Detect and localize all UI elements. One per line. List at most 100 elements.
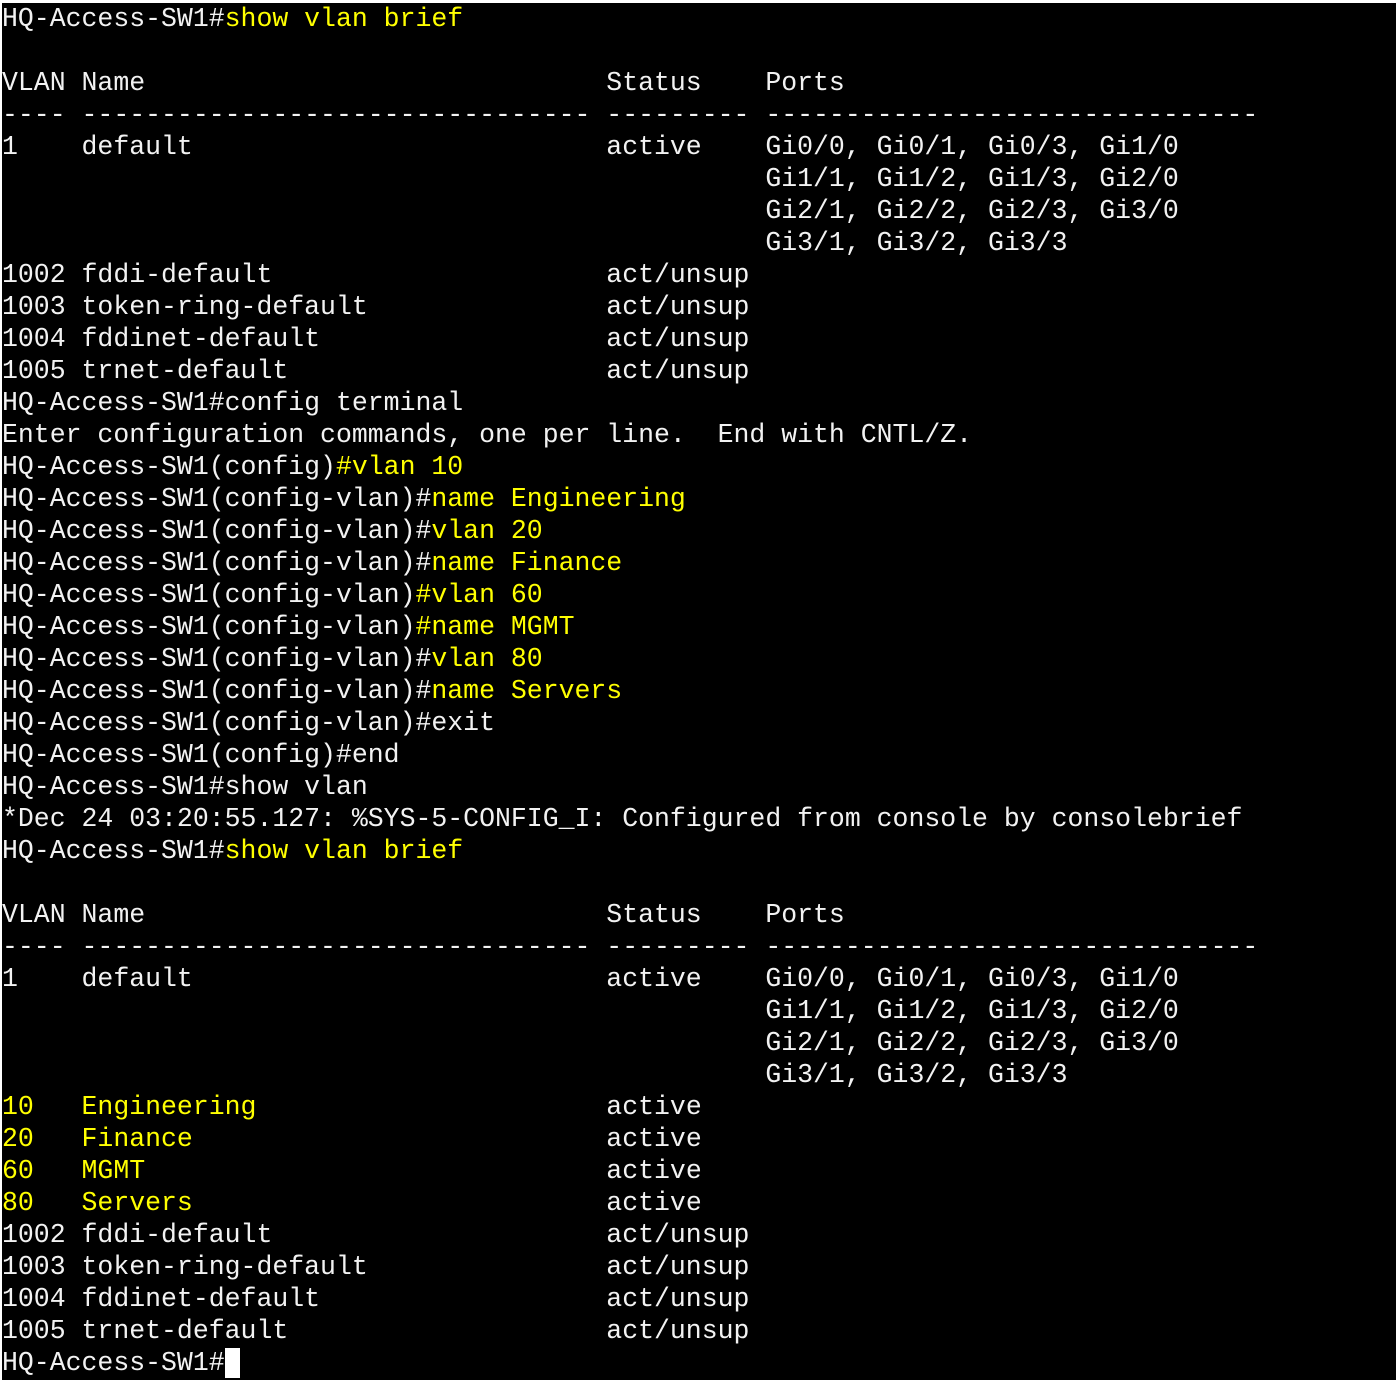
terminal-text: 1003 token-ring-default act/unsup: [2, 292, 750, 322]
terminal-line: 1 default active Gi0/0, Gi0/1, Gi0/3, Gi…: [2, 131, 1258, 163]
terminal-output: HQ-Access-SW1#show vlan brief VLAN Name S…: [2, 3, 1258, 1379]
terminal-text: 1 default active Gi0/0, Gi0/1, Gi0/3, Gi…: [2, 964, 1179, 994]
terminal-line: 1002 fddi-default act/unsup: [2, 259, 1258, 291]
terminal-text: 1003 token-ring-default act/unsup: [2, 1252, 750, 1282]
terminal-line: 1002 fddi-default act/unsup: [2, 1219, 1258, 1251]
terminal-line: HQ-Access-SW1(config-vlan)#exit: [2, 707, 1258, 739]
terminal-line: HQ-Access-SW1#: [2, 1347, 1258, 1379]
terminal-line: Gi2/1, Gi2/2, Gi2/3, Gi3/0: [2, 1027, 1258, 1059]
terminal-text: active: [256, 1092, 702, 1122]
terminal-text: HQ-Access-SW1#: [2, 1348, 225, 1378]
terminal-text: 1005 trnet-default act/unsup: [2, 1316, 750, 1346]
terminal-line: *Dec 24 03:20:55.127: %SYS-5-CONFIG_I: C…: [2, 803, 1258, 835]
terminal-text: HQ-Access-SW1(config)#end: [2, 740, 400, 770]
terminal-line: 1005 trnet-default act/unsup: [2, 355, 1258, 387]
highlighted-text: name Engineering: [431, 484, 686, 514]
terminal-line: 1003 token-ring-default act/unsup: [2, 1251, 1258, 1283]
terminal-text: 1005 trnet-default act/unsup: [2, 356, 750, 386]
terminal-line: Gi1/1, Gi1/2, Gi1/3, Gi2/0: [2, 163, 1258, 195]
terminal-text: HQ-Access-SW1#config terminal: [2, 388, 464, 418]
terminal-line: Gi3/1, Gi3/2, Gi3/3: [2, 1059, 1258, 1091]
highlighted-text: name Finance: [431, 548, 623, 578]
terminal-text: HQ-Access-SW1(config-vlan)#: [2, 644, 432, 674]
terminal-text: HQ-Access-SW1(config-vlan)#: [2, 676, 432, 706]
terminal-text: HQ-Access-SW1(config): [2, 452, 336, 482]
terminal-text: Gi1/1, Gi1/2, Gi1/3, Gi2/0: [2, 996, 1179, 1026]
terminal-text: Gi3/1, Gi3/2, Gi3/3: [2, 228, 1068, 258]
terminal-text: Enter configuration commands, one per li…: [2, 420, 973, 450]
terminal-text: Gi3/1, Gi3/2, Gi3/3: [2, 1060, 1068, 1090]
highlighted-text: name Servers: [431, 676, 623, 706]
terminal-line: Enter configuration commands, one per li…: [2, 419, 1258, 451]
terminal-line: 1004 fddinet-default act/unsup: [2, 323, 1258, 355]
terminal-text: Gi2/1, Gi2/2, Gi2/3, Gi3/0: [2, 1028, 1179, 1058]
terminal-line: ---- -------------------------------- --…: [2, 99, 1258, 131]
terminal-text: HQ-Access-SW1#show vlan: [2, 772, 368, 802]
terminal-line: VLAN Name Status Ports: [2, 899, 1258, 931]
terminal-cursor[interactable]: [224, 1348, 240, 1378]
terminal-text: HQ-Access-SW1(config-vlan): [2, 580, 416, 610]
terminal-line: HQ-Access-SW1#config terminal: [2, 387, 1258, 419]
terminal-line: Gi1/1, Gi1/2, Gi1/3, Gi2/0: [2, 995, 1258, 1027]
terminal-text: 1002 fddi-default act/unsup: [2, 260, 750, 290]
highlighted-text: 60 MGMT: [2, 1156, 146, 1186]
terminal-text: 1002 fddi-default act/unsup: [2, 1220, 750, 1250]
terminal-line: 1004 fddinet-default act/unsup: [2, 1283, 1258, 1315]
terminal-text: 1004 fddinet-default act/unsup: [2, 1284, 750, 1314]
terminal-line: HQ-Access-SW1(config)#vlan 10: [2, 451, 1258, 483]
highlighted-text: vlan 20: [431, 516, 543, 546]
terminal-text: active: [192, 1124, 702, 1154]
terminal-line: 10 Engineering active: [2, 1091, 1258, 1123]
highlighted-text: show vlan brief: [224, 4, 464, 34]
terminal-text: HQ-Access-SW1(config-vlan)#exit: [2, 708, 495, 738]
terminal-line: HQ-Access-SW1(config-vlan)#vlan 60: [2, 579, 1258, 611]
highlighted-text: 10 Engineering: [2, 1092, 257, 1122]
terminal-text: ---- -------------------------------- --…: [2, 932, 1259, 962]
terminal-line: 1 default active Gi0/0, Gi0/1, Gi0/3, Gi…: [2, 963, 1258, 995]
highlighted-text: #name MGMT: [415, 612, 575, 642]
terminal-text: 1004 fddinet-default act/unsup: [2, 324, 750, 354]
terminal-text: ---- -------------------------------- --…: [2, 100, 1259, 130]
terminal-line: 20 Finance active: [2, 1123, 1258, 1155]
highlighted-text: 80 Servers: [2, 1188, 193, 1218]
terminal-line: HQ-Access-SW1(config-vlan)#name MGMT: [2, 611, 1258, 643]
terminal-text: *Dec 24 03:20:55.127: %SYS-5-CONFIG_I: C…: [2, 804, 1243, 834]
terminal-line: HQ-Access-SW1(config-vlan)#vlan 20: [2, 515, 1258, 547]
terminal-text: VLAN Name Status Ports: [2, 68, 845, 98]
terminal-line: HQ-Access-SW1(config-vlan)#vlan 80: [2, 643, 1258, 675]
terminal-line: HQ-Access-SW1(config)#end: [2, 739, 1258, 771]
terminal-line: VLAN Name Status Ports: [2, 67, 1258, 99]
terminal-text: Gi2/1, Gi2/2, Gi2/3, Gi3/0: [2, 196, 1179, 226]
terminal-text: 1 default active Gi0/0, Gi0/1, Gi0/3, Gi…: [2, 132, 1179, 162]
terminal-line: HQ-Access-SW1(config-vlan)#name Servers: [2, 675, 1258, 707]
highlighted-text: vlan 80: [431, 644, 543, 674]
terminal-text: Gi1/1, Gi1/2, Gi1/3, Gi2/0: [2, 164, 1179, 194]
terminal-text: HQ-Access-SW1(config-vlan)#: [2, 548, 432, 578]
terminal-text: HQ-Access-SW1(config-vlan)#: [2, 484, 432, 514]
terminal-text: active: [145, 1156, 702, 1186]
terminal-window[interactable]: HQ-Access-SW1#show vlan brief VLAN Name S…: [2, 3, 1396, 1380]
highlighted-text: 20 Finance: [2, 1124, 193, 1154]
terminal-line: HQ-Access-SW1(config-vlan)#name Engineer…: [2, 483, 1258, 515]
terminal-line: 1003 token-ring-default act/unsup: [2, 291, 1258, 323]
terminal-line: 60 MGMT active: [2, 1155, 1258, 1187]
terminal-line: HQ-Access-SW1#show vlan: [2, 771, 1258, 803]
terminal-text: HQ-Access-SW1(config-vlan): [2, 612, 416, 642]
terminal-text: HQ-Access-SW1#: [2, 836, 225, 866]
terminal-line: Gi2/1, Gi2/2, Gi2/3, Gi3/0: [2, 195, 1258, 227]
terminal-line: 80 Servers active: [2, 1187, 1258, 1219]
terminal-text: active: [192, 1188, 702, 1218]
terminal-text: VLAN Name Status Ports: [2, 900, 845, 930]
terminal-line: HQ-Access-SW1#show vlan brief: [2, 835, 1258, 867]
highlighted-text: #vlan 10: [335, 452, 464, 482]
terminal-text: HQ-Access-SW1#: [2, 4, 225, 34]
terminal-text: HQ-Access-SW1(config-vlan)#: [2, 516, 432, 546]
terminal-line: HQ-Access-SW1#show vlan brief: [2, 3, 1258, 35]
highlighted-text: #vlan 60: [415, 580, 543, 610]
terminal-line: 1005 trnet-default act/unsup: [2, 1315, 1258, 1347]
terminal-line: ---- -------------------------------- --…: [2, 931, 1258, 963]
terminal-line: Gi3/1, Gi3/2, Gi3/3: [2, 227, 1258, 259]
terminal-line: HQ-Access-SW1(config-vlan)#name Finance: [2, 547, 1258, 579]
